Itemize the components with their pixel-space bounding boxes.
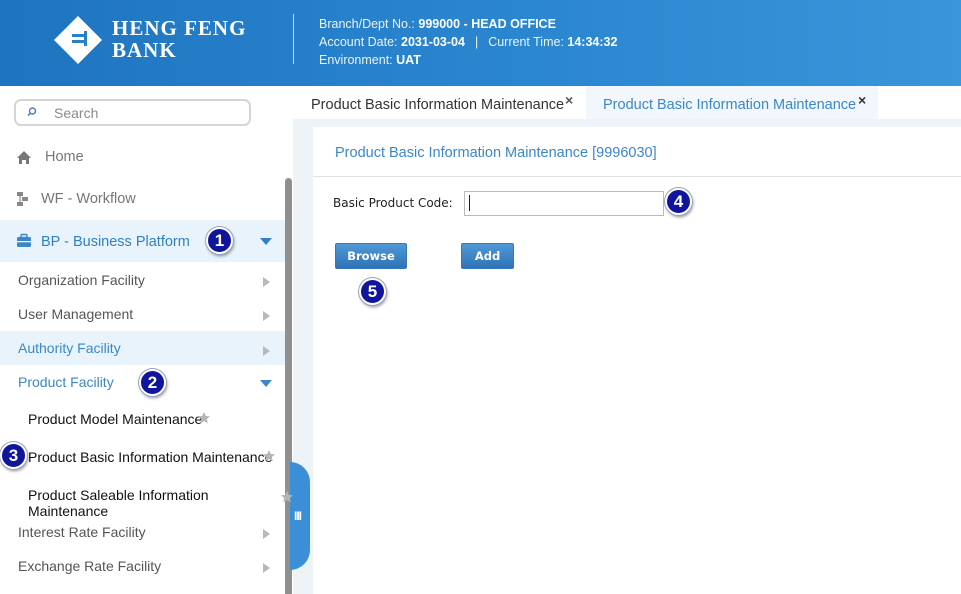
chevron-right-icon [263, 311, 270, 321]
star-icon[interactable] [262, 449, 276, 463]
home-icon [17, 151, 31, 164]
sidebar-item-label: Interest Rate Facility [18, 524, 146, 540]
tab-label: Product Basic Information Maintenance [311, 97, 565, 113]
basic-product-code-label: Basic Product Code: [333, 196, 453, 210]
account-date-value: 2031-03-04 [401, 35, 465, 49]
page-title: Product Basic Information Maintenance [9… [335, 145, 657, 161]
sidebar-item-organization-facility[interactable]: Organization Facility [0, 263, 285, 297]
search-input[interactable] [54, 103, 244, 123]
sidebar-item-label: Home [45, 149, 84, 165]
chevron-right-icon [263, 529, 270, 539]
search-icon [27, 107, 37, 117]
main-top-strip [313, 119, 961, 127]
chevron-down-icon [260, 238, 272, 245]
bank-name: HENG FENG BANK [112, 18, 246, 62]
sidebar-item-label: Product Basic Information Maintenance [28, 449, 273, 465]
sidebar-collapse-handle[interactable]: III [290, 462, 310, 570]
sidebar: Home WF - Workflow BP - Business Platfor… [0, 86, 293, 594]
sidebar-item-product-model-maintenance[interactable]: Product Model Maintenance [0, 400, 285, 438]
app-header: HENG FENG BANK Branch/Dept No.: 999000 -… [0, 0, 961, 86]
sidebar-item-label: Product Facility [18, 374, 114, 390]
sidebar-item-authority-facility[interactable]: Authority Facility [0, 331, 285, 365]
date-time-row: Account Date: 2031-03-04 | Current Time: 1… [319, 33, 617, 51]
callout-badge-2: 2 [139, 369, 166, 396]
branch-value: 999000 - HEAD OFFICE [418, 17, 556, 31]
chevron-right-icon [263, 563, 270, 573]
environment-value: UAT [396, 53, 421, 67]
search-box[interactable] [14, 99, 251, 126]
callout-badge-5: 5 [359, 278, 386, 305]
header-separator: | [474, 35, 479, 49]
bank-name-line1: HENG FENG [112, 16, 247, 40]
bank-logo-icon [54, 16, 102, 64]
close-icon[interactable]: × [565, 92, 573, 108]
callout-badge-4: 4 [665, 188, 692, 215]
branch-label: Branch/Dept No.: [319, 17, 415, 31]
branch-row: Branch/Dept No.: 999000 - HEAD OFFICE [319, 15, 617, 33]
session-info: Branch/Dept No.: 999000 - HEAD OFFICE Ac… [319, 15, 617, 69]
environment-label: Environment: [319, 53, 393, 67]
sidebar-item-workflow[interactable]: WF - Workflow [0, 179, 285, 219]
sidebar-item-interest-rate-facility[interactable]: Interest Rate Facility [0, 515, 285, 549]
environment-row: Environment: UAT [319, 51, 617, 69]
sidebar-item-business-platform[interactable]: BP - Business Platform [0, 220, 285, 262]
collapse-handle-glyph: III [294, 509, 302, 523]
basic-product-code-input[interactable] [464, 191, 664, 216]
browse-button[interactable]: Browse [335, 243, 407, 269]
current-time-label: Current Time: [488, 35, 564, 49]
sidebar-item-label: User Management [18, 306, 134, 322]
text-cursor [469, 195, 470, 211]
close-icon[interactable]: × [858, 92, 866, 108]
workflow-icon [17, 192, 28, 206]
sidebar-item-user-management[interactable]: User Management [0, 297, 285, 331]
main-panel: Product Basic Information Maintenance [9… [313, 127, 961, 594]
sidebar-item-label: WF - Workflow [41, 191, 136, 207]
tab-product-basic-information[interactable]: Product Basic Information Maintenance × [293, 86, 586, 119]
sidebar-item-exchange-rate-facility[interactable]: Exchange Rate Facility [0, 549, 285, 583]
sidebar-item-product-saleable-information-maintenance[interactable]: Product Saleable Information Maintenance [0, 476, 285, 519]
chevron-right-icon [263, 346, 270, 356]
sidebar-item-label: Authority Facility [18, 340, 121, 356]
callout-badge-3: 3 [0, 442, 27, 469]
current-time-value: 14:34:32 [567, 35, 618, 49]
callout-badge-1: 1 [206, 227, 233, 254]
star-icon[interactable] [280, 490, 294, 504]
bank-name-line2: BANK [112, 38, 177, 62]
sidebar-item-label: Organization Facility [18, 272, 145, 288]
briefcase-icon [17, 233, 31, 247]
chevron-down-icon [260, 380, 272, 387]
tab-product-basic-information-active[interactable]: Product Basic Information Maintenance × [586, 86, 878, 119]
header-divider [293, 14, 294, 64]
title-divider [313, 176, 961, 177]
star-icon[interactable] [197, 411, 211, 425]
sidebar-item-label: Exchange Rate Facility [18, 558, 162, 574]
account-date-label: Account Date: [319, 35, 398, 49]
tab-label: Product Basic Information Maintenance [603, 97, 857, 113]
add-button[interactable]: Add [461, 243, 514, 269]
sidebar-item-label: Product Model Maintenance [28, 411, 203, 427]
sidebar-item-label: BP - Business Platform [41, 234, 190, 250]
sidebar-item-product-basic-information-maintenance[interactable]: Product Basic Information Maintenance [0, 438, 285, 476]
sidebar-item-home[interactable]: Home [0, 137, 285, 177]
tab-bar: Product Basic Information Maintenance × … [293, 86, 961, 119]
chevron-right-icon [263, 277, 270, 287]
